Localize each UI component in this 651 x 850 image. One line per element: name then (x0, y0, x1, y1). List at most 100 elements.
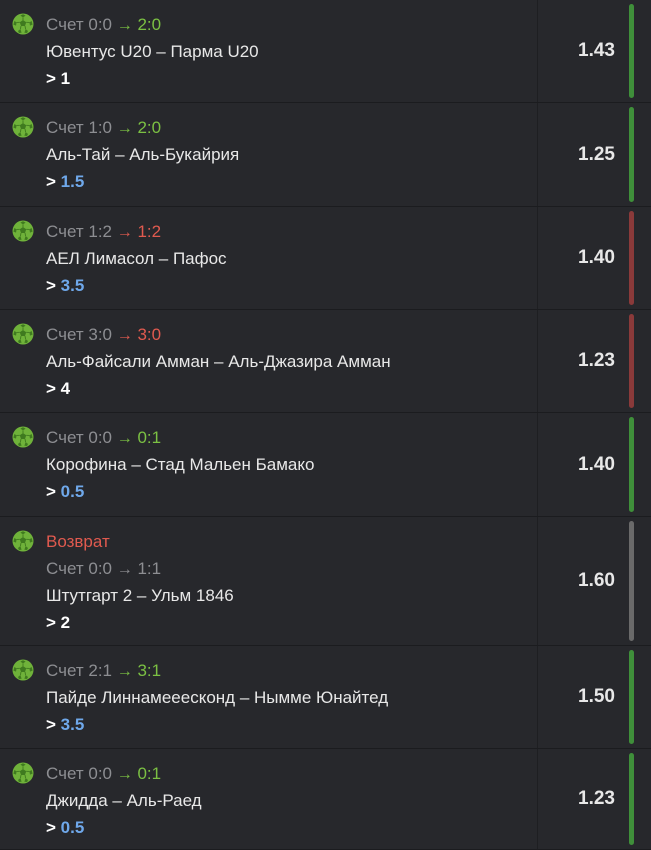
bet-info: Возврат Счет 0:0 → 1:1 Штутгарт 2 – Ульм 1… (0, 517, 537, 645)
soccer-ball-icon (12, 13, 34, 35)
bet-details: Счет 3:0 → 3:0 Аль-Файсали Амман – Аль-Дж… (46, 324, 391, 405)
score-from: 3:0 (88, 325, 112, 344)
bet-details: Счет 0:0 → 0:1 Корофина – Стад Мальен Бам… (46, 427, 314, 508)
soccer-ball-icon (12, 116, 34, 138)
bet-line: > 0.5 (46, 817, 202, 844)
odds-cell: 1.23 (538, 749, 651, 849)
score-from: 1:0 (88, 118, 112, 137)
odds-value: 1.40 (578, 453, 615, 475)
match-teams: Корофина – Стад Мальен Бамако (46, 455, 315, 474)
status-indicator-loss (629, 211, 634, 305)
score-to: 2:0 (137, 118, 162, 137)
odds-cell: 1.23 (538, 310, 651, 412)
bet-symbol: > (46, 276, 56, 295)
odds-cell: 1.43 (538, 0, 651, 102)
match-teams: Аль-Тай – Аль-Букайрия (46, 145, 240, 164)
score-label: Счет (46, 764, 84, 783)
bet-line: > 1 (46, 68, 259, 95)
bet-details: Счет 1:0 → 2:0 Аль-Тай – Аль-Букайрия > 1.… (46, 117, 239, 198)
score-from: 0:0 (88, 559, 112, 578)
bet-info: Счет 2:1 → 3:1 Пайде Линнамееесконд – Ным… (0, 646, 537, 748)
score-from: 0:0 (88, 15, 112, 34)
score-label: Счет (46, 15, 84, 34)
bet-line: > 3.5 (46, 714, 388, 741)
bet-symbol: > (46, 172, 56, 191)
status-indicator-win (629, 4, 634, 98)
bet-value: 0.5 (60, 482, 85, 501)
score-label: Счет (46, 559, 84, 578)
score-line: Счет 0:0 → 0:1 (46, 763, 202, 790)
bet-value: 4 (60, 379, 71, 398)
arrow-right-icon: → (116, 663, 133, 680)
score-to: 0:1 (137, 428, 162, 447)
odds-cell: 1.40 (538, 207, 651, 309)
score-to: 2:0 (137, 15, 162, 34)
score-label: Счет (46, 222, 84, 241)
score-label: Счет (46, 428, 84, 447)
arrow-right-icon: → (116, 430, 133, 447)
match-teams: Штутгарт 2 – Ульм 1846 (46, 586, 234, 605)
status-indicator-win (629, 107, 634, 202)
bet-value: 1 (60, 69, 71, 88)
bet-info: Счет 1:2 → 1:2 АЕЛ Лимасол – Пафос > 3.5 (0, 207, 537, 309)
score-to: 3:0 (137, 325, 162, 344)
score-label: Счет (46, 325, 84, 344)
status-indicator-win (629, 417, 634, 512)
score-from: 1:2 (88, 222, 112, 241)
score-to: 1:2 (137, 222, 162, 241)
arrow-right-icon: → (116, 17, 133, 34)
bet-line: > 1.5 (46, 171, 239, 198)
odds-value: 1.60 (578, 570, 615, 591)
soccer-ball-icon (12, 426, 34, 448)
soccer-ball-icon (12, 323, 34, 345)
bet-row[interactable]: Счет 0:0 → 2:0 Ювентус U20 – Парма U20 > 1… (0, 0, 651, 103)
bet-value: 3.5 (60, 276, 85, 295)
bet-value: 2 (60, 613, 71, 632)
odds-cell: 1.25 (538, 103, 651, 206)
bet-history-list: Счет 0:0 → 2:0 Ювентус U20 – Парма U20 > 1… (0, 0, 651, 850)
soccer-ball-icon (12, 762, 34, 784)
odds-value: 1.23 (578, 350, 615, 371)
bet-details: Счет 0:0 → 0:1 Джидда – Аль-Раед > 0.5 (46, 763, 202, 844)
status-indicator-win (629, 650, 634, 744)
match-teams: Аль-Файсали Амман – Аль-Джазира Амман (46, 352, 391, 371)
match-teams: Пайде Линнамееесконд – Нымме Юнайтед (46, 688, 389, 707)
match-teams: Ювентус U20 – Парма U20 (46, 42, 259, 61)
bet-info: Счет 1:0 → 2:0 Аль-Тай – Аль-Букайрия > 1.… (0, 103, 537, 206)
bet-row[interactable]: Счет 2:1 → 3:1 Пайде Линнамееесконд – Ным… (0, 646, 651, 749)
score-label: Счет (46, 118, 84, 137)
score-line: Счет 0:0 → 0:1 (46, 427, 314, 454)
bet-info: Счет 0:0 → 2:0 Ювентус U20 – Парма U20 > 1 (0, 0, 537, 102)
odds-value: 1.43 (578, 40, 615, 61)
bet-row[interactable]: Возврат Счет 0:0 → 1:1 Штутгарт 2 – Ульм 1… (0, 517, 651, 646)
odds-value: 1.23 (578, 788, 615, 809)
score-line: Счет 1:2 → 1:2 (46, 221, 227, 248)
arrow-right-icon: → (116, 561, 133, 578)
arrow-right-icon: → (116, 120, 133, 137)
score-label: Счет (46, 661, 84, 680)
bet-symbol: > (46, 379, 56, 398)
bet-details: Счет 2:1 → 3:1 Пайде Линнамееесконд – Ным… (46, 660, 388, 741)
arrow-right-icon: → (116, 224, 133, 241)
bet-symbol: > (46, 69, 56, 88)
bet-row[interactable]: Счет 1:2 → 1:2 АЕЛ Лимасол – Пафос > 3.5 1.… (0, 207, 651, 310)
status-indicator-refund (629, 521, 634, 641)
score-to: 3:1 (137, 661, 162, 680)
score-from: 2:1 (88, 661, 112, 680)
bet-info: Счет 0:0 → 0:1 Корофина – Стад Мальен Бам… (0, 413, 537, 516)
match-teams: Джидда – Аль-Раед (46, 791, 202, 810)
bet-value: 1.5 (60, 172, 85, 191)
bet-info: Счет 3:0 → 3:0 Аль-Файсали Амман – Аль-Дж… (0, 310, 537, 412)
refund-label: Возврат (46, 532, 110, 551)
bet-symbol: > (46, 482, 56, 501)
bet-row[interactable]: Счет 3:0 → 3:0 Аль-Файсали Амман – Аль-Дж… (0, 310, 651, 413)
score-from: 0:0 (88, 764, 112, 783)
odds-cell: 1.60 (538, 517, 651, 645)
bet-row[interactable]: Счет 0:0 → 0:1 Корофина – Стад Мальен Бам… (0, 413, 651, 517)
score-to: 1:1 (137, 559, 162, 578)
score-line: Счет 0:0 → 1:1 (46, 558, 234, 585)
odds-cell: 1.50 (538, 646, 651, 748)
bet-row[interactable]: Счет 1:0 → 2:0 Аль-Тай – Аль-Букайрия > 1.… (0, 103, 651, 207)
odds-value: 1.50 (578, 686, 615, 707)
bet-row[interactable]: Счет 0:0 → 0:1 Джидда – Аль-Раед > 0.5 1.23 (0, 749, 651, 850)
